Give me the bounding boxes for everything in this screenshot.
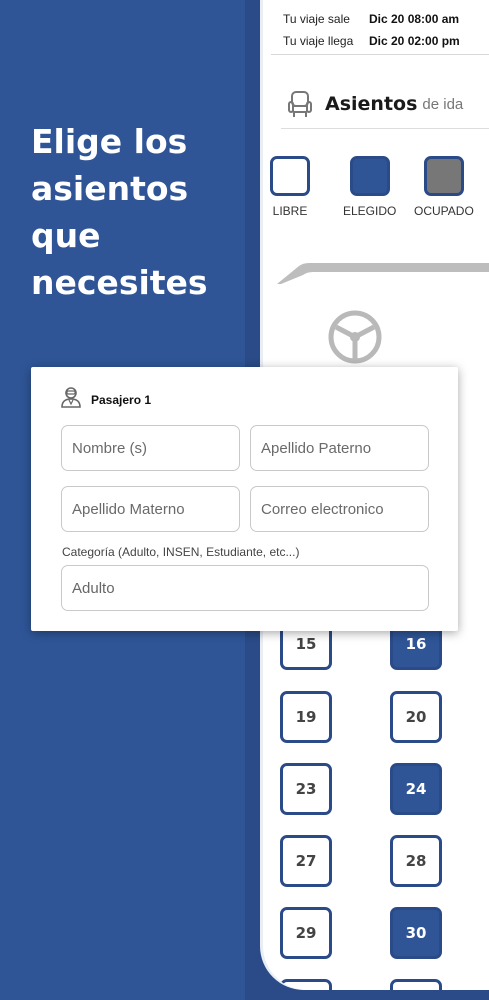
passenger-form-card: Pasajero 1 Categoría (Adulto, INSEN, Est… (31, 367, 458, 631)
seat-28[interactable]: 28 (390, 835, 442, 887)
seats-title-sub: de ida (422, 95, 464, 113)
seat-23[interactable]: 23 (280, 763, 332, 815)
trip-arrive-row: Tu viaje llega Dic 20 02:00 pm (283, 30, 489, 52)
seat-29[interactable]: 29 (280, 907, 332, 959)
divider (271, 54, 489, 55)
legend-free-label: LIBRE (272, 204, 308, 218)
seat-row-partial[interactable] (390, 979, 442, 990)
trip-depart-label: Tu viaje sale (283, 12, 350, 26)
legend-occupied-label: OCUPADO (414, 204, 474, 218)
headline-line: que (31, 216, 101, 255)
bus-front-icon (277, 262, 489, 291)
maternal-surname-field[interactable] (61, 486, 240, 532)
seat-30[interactable]: 30 (390, 907, 442, 959)
divider (281, 128, 489, 129)
passenger-label: Pasajero 1 (91, 392, 152, 407)
legend-chosen-swatch (349, 156, 390, 196)
trip-arrive-value: Dic 20 02:00 pm (369, 34, 460, 48)
name-field[interactable] (61, 425, 240, 471)
seat-20[interactable]: 20 (390, 691, 442, 743)
legend-chosen-label: ELEGIDO (343, 204, 397, 218)
seat-icon (287, 90, 313, 118)
headline-line: necesites (31, 263, 208, 302)
legend-free: LIBRE (270, 156, 310, 218)
seat-19[interactable]: 19 (280, 691, 332, 743)
seat-24[interactable]: 24 (390, 763, 442, 815)
seat-27[interactable]: 27 (280, 835, 332, 887)
category-label: Categoría (Adulto, INSEN, Estudiante, et… (62, 545, 300, 559)
user-icon (61, 386, 81, 413)
legend-free-swatch (270, 156, 310, 196)
email-field[interactable] (250, 486, 429, 532)
seat-row-partial[interactable] (280, 979, 332, 990)
steering-wheel-icon (328, 310, 382, 369)
headline-line: asientos (31, 169, 189, 208)
legend-occupied-swatch (423, 156, 464, 196)
headline-line: Elige los (31, 122, 188, 161)
promo-headline: Elige los asientos que necesites (31, 118, 231, 306)
seats-title-main: Asientos (325, 93, 418, 115)
legend-occupied: OCUPADO (414, 156, 474, 218)
trip-info: Tu viaje sale Dic 20 08:00 am Tu viaje l… (283, 8, 489, 52)
passenger-header: Pasajero 1 (61, 386, 151, 413)
trip-depart-row: Tu viaje sale Dic 20 08:00 am (283, 8, 489, 30)
category-field[interactable] (61, 565, 429, 611)
trip-arrive-label: Tu viaje llega (283, 34, 354, 48)
seats-title: Asientos de ida (287, 90, 463, 118)
trip-depart-value: Dic 20 08:00 am (369, 12, 460, 26)
legend-chosen: ELEGIDO (343, 156, 396, 218)
paternal-surname-field[interactable] (250, 425, 429, 471)
